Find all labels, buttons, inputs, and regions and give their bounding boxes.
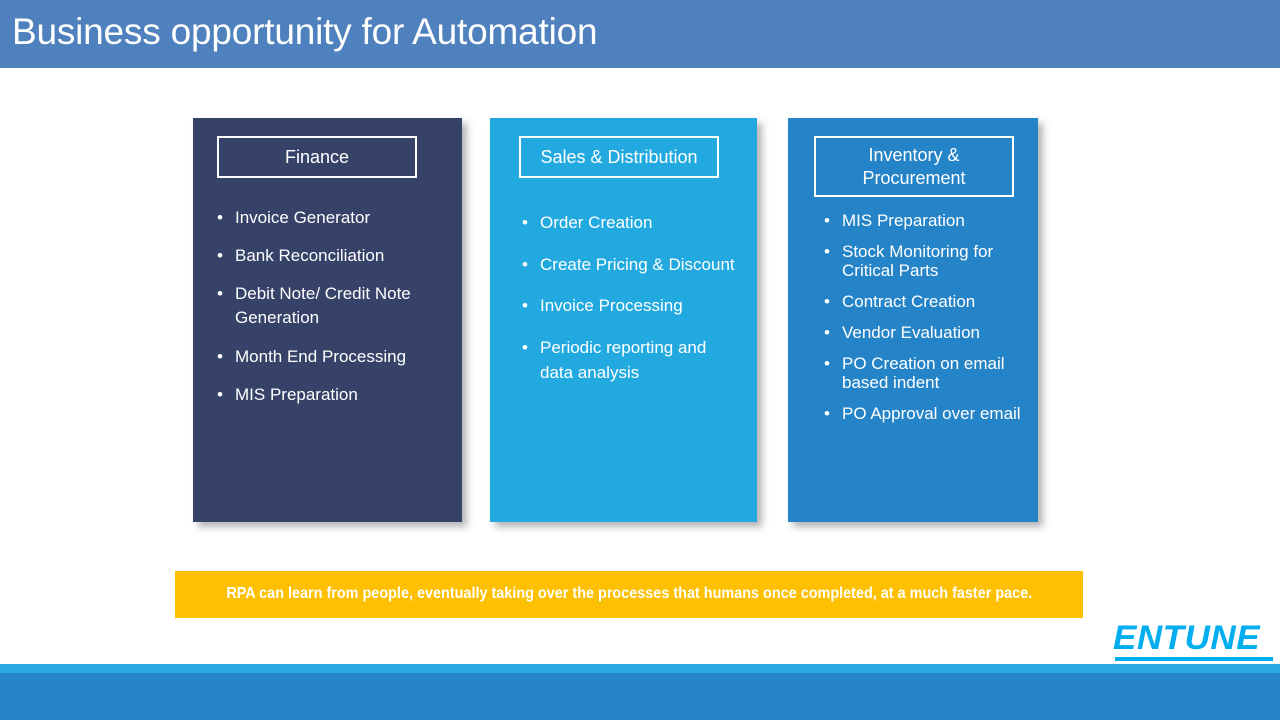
list-item: Debit Note/ Credit Note Generation xyxy=(215,282,435,330)
card-inventory-item-list: MIS Preparation Stock Monitoring for Cri… xyxy=(822,211,1027,435)
footer-band xyxy=(0,673,1280,720)
card-inventory-title: Inventory & Procurement xyxy=(862,145,966,188)
card-finance-title-box: Finance xyxy=(217,136,417,178)
list-item: PO Creation on email based indent xyxy=(822,354,1027,393)
card-sales-title-box: Sales & Distribution xyxy=(519,136,719,178)
slide-title-bar: Business opportunity for Automation xyxy=(0,0,1280,68)
list-item: Vendor Evaluation xyxy=(822,323,1027,343)
card-inventory-title-box: Inventory & Procurement xyxy=(814,136,1014,197)
callout-text: RPA can learn from people, eventually ta… xyxy=(226,585,1032,603)
card-sales-title: Sales & Distribution xyxy=(540,146,698,167)
card-inventory-procurement: Inventory & Procurement MIS Preparation … xyxy=(788,118,1038,522)
list-item: Contract Creation xyxy=(822,292,1027,312)
list-item: Month End Processing xyxy=(215,345,435,369)
card-sales-distribution: Sales & Distribution Order Creation Crea… xyxy=(490,118,757,522)
card-sales-item-list: Order Creation Create Pricing & Discount… xyxy=(520,210,735,402)
list-item: Invoice Generator xyxy=(215,206,435,230)
list-item: Stock Monitoring for Critical Parts xyxy=(822,242,1027,281)
logo-wordmark: ENTUNE xyxy=(1113,619,1261,657)
entune-logo: ENTUNE xyxy=(1113,621,1273,661)
page-title: Business opportunity for Automation xyxy=(12,11,598,52)
callout-banner: RPA can learn from people, eventually ta… xyxy=(175,571,1083,618)
card-finance-title: Finance xyxy=(284,146,350,167)
logo-underline xyxy=(1115,657,1273,661)
list-item: MIS Preparation xyxy=(822,211,1027,231)
card-finance-item-list: Invoice Generator Bank Reconciliation De… xyxy=(215,206,435,421)
list-item: Periodic reporting and data analysis xyxy=(520,335,735,386)
list-item: PO Approval over email xyxy=(822,404,1027,424)
list-item: MIS Preparation xyxy=(215,383,435,407)
list-item: Invoice Processing xyxy=(520,293,735,319)
card-finance: Finance Invoice Generator Bank Reconcili… xyxy=(193,118,462,522)
list-item: Bank Reconciliation xyxy=(215,244,435,268)
list-item: Order Creation xyxy=(520,210,735,236)
footer-accent-strip xyxy=(0,664,1280,673)
list-item: Create Pricing & Discount xyxy=(520,252,735,278)
